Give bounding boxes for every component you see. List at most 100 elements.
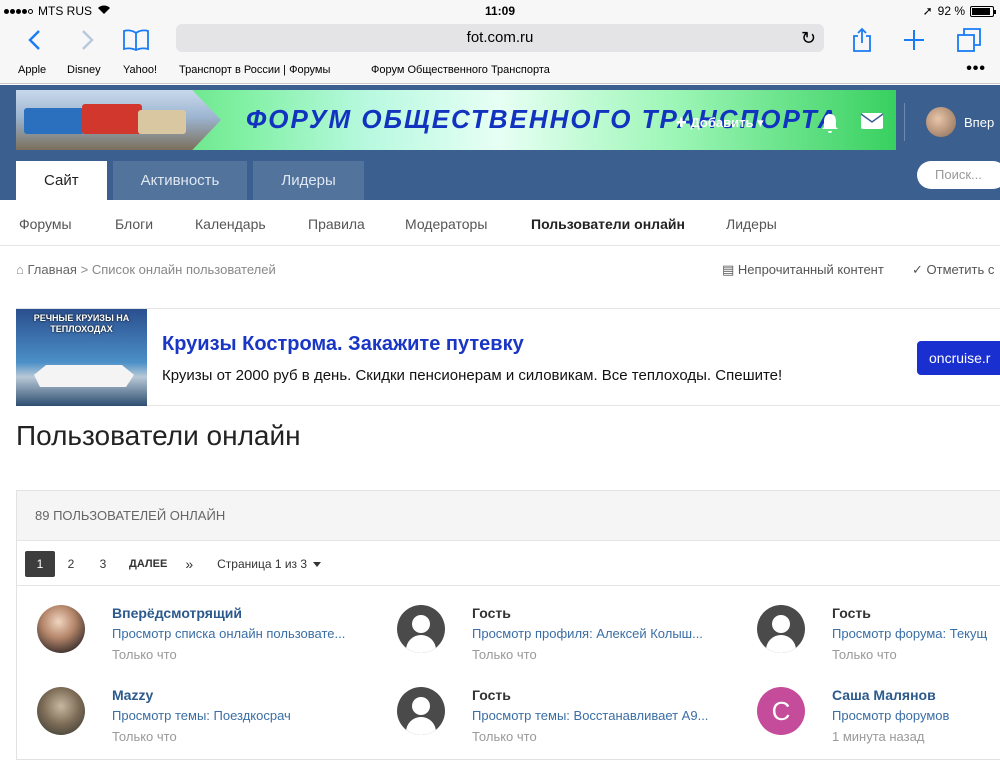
ad-text: Круизы от 2000 руб в день. Скидки пенсио… [162, 367, 783, 384]
page-3[interactable]: 3 [87, 551, 119, 577]
clock: 11:09 [484, 4, 516, 18]
letter-avatar[interactable]: C [757, 687, 805, 735]
user-name[interactable]: Вперёдсмотрящий [112, 605, 242, 621]
user-time: Только что [472, 647, 537, 662]
site-logo[interactable]: ФОРУМ ОБЩЕСТВЕННОГО ТРАНСПОРТА [16, 90, 896, 150]
nav-leaders[interactable]: Лидеры [726, 216, 777, 232]
guest-avatar-icon [397, 687, 445, 735]
user-avatar[interactable] [926, 107, 956, 137]
ad-title[interactable]: Круизы Кострома. Закажите путевку [162, 333, 524, 356]
bookmark-fot[interactable]: Форум Общественного Транспорта [371, 64, 550, 76]
browser-toolbar: fot.com.ru ↻ [0, 22, 1000, 60]
breadcrumb-current: Список онлайн пользователей [91, 262, 276, 277]
bookmark-yahoo[interactable]: Yahoo! [123, 64, 157, 76]
user-entry: Вперёдсмотрящий Просмотр списка онлайн п… [37, 605, 377, 675]
more-icon[interactable]: ••• [966, 60, 986, 78]
nav-calendar[interactable]: Календарь [195, 216, 266, 232]
unread-icon: ▤ [722, 262, 735, 277]
nav-moderators[interactable]: Модераторы [405, 216, 487, 232]
user-name: Гость [832, 605, 871, 621]
user-time: Только что [832, 647, 897, 662]
mark-read-link[interactable]: ✓ Отметить с [912, 262, 994, 278]
user-menu[interactable]: Впер [964, 115, 994, 130]
user-activity[interactable]: Просмотр форума: Текущ [832, 626, 987, 641]
tab-activity[interactable]: Активность [112, 161, 248, 200]
bookmarks-icon[interactable] [120, 24, 152, 56]
home-icon[interactable]: ⌂ [16, 262, 24, 277]
user-activity[interactable]: Просмотр темы: Восстанавливает А9... [472, 708, 708, 723]
new-tab-icon[interactable] [900, 24, 928, 56]
last-page-button[interactable]: » [185, 556, 193, 572]
forward-button[interactable] [76, 24, 100, 56]
unread-label: Непрочитанный контент [737, 262, 884, 277]
primary-tabs: Сайт Активность Лидеры [16, 161, 364, 200]
user-name[interactable]: Mazzy [112, 687, 153, 703]
site-header: ФОРУМ ОБЩЕСТВЕННОГО ТРАНСПОРТА ✚ Добавит… [0, 85, 1000, 200]
tab-leaders[interactable]: Лидеры [253, 161, 364, 200]
guest-avatar-icon [397, 605, 445, 653]
address-bar[interactable]: fot.com.ru ↻ [176, 24, 824, 52]
user-activity[interactable]: Просмотр списка онлайн пользовате... [112, 626, 345, 641]
page-2[interactable]: 2 [55, 551, 87, 577]
tab-site[interactable]: Сайт [16, 161, 107, 200]
tabs-overview-icon[interactable] [955, 24, 983, 56]
logo-transport-photo [16, 90, 221, 150]
battery-icon [970, 5, 996, 17]
unread-content-link[interactable]: ▤ Непрочитанный контент [722, 262, 884, 278]
nav-online-users[interactable]: Пользователи онлайн [531, 216, 685, 232]
checkmark-icon: ✓ [912, 262, 923, 277]
user-entry: Mazzy Просмотр темы: Поездкосрач Только … [37, 687, 377, 757]
user-time: Только что [112, 729, 177, 744]
next-page-button[interactable]: ДАЛЕЕ [129, 558, 167, 570]
bookmark-apple[interactable]: Apple [18, 64, 46, 76]
url-text: fot.com.ru [466, 29, 534, 46]
breadcrumb-home[interactable]: Главная [27, 262, 76, 277]
user-time: 1 минута назад [832, 729, 925, 744]
back-button[interactable] [22, 24, 46, 56]
user-activity[interactable]: Просмотр профиля: Алексей Колыш... [472, 626, 703, 641]
online-users-panel: 89 ПОЛЬЗОВАТЕЛЕЙ ОНЛАЙН 1 2 3 ДАЛЕЕ » Ст… [16, 490, 1000, 760]
panel-divider [17, 585, 1000, 586]
add-menu[interactable]: ✚ Добавить ▾ [676, 115, 764, 131]
breadcrumb-separator: > [80, 262, 89, 277]
page-jump-label: Страница 1 из 3 [217, 557, 308, 571]
nav-forums[interactable]: Форумы [19, 216, 72, 232]
advertisement[interactable]: РЕЧНЫЕ КРУИЗЫ НА ТЕПЛОХОДАХ Круизы Костр… [16, 308, 1000, 406]
mail-icon[interactable] [860, 112, 884, 136]
panel-heading: 89 ПОЛЬЗОВАТЕЛЕЙ ОНЛАЙН [17, 491, 1000, 541]
bookmark-transport-russia[interactable]: Транспорт в России | Форумы [179, 64, 330, 76]
battery-percent: 92 % [937, 4, 965, 18]
user-time: Только что [112, 647, 177, 662]
user-activity[interactable]: Просмотр форумов [832, 708, 949, 723]
ad-image[interactable]: РЕЧНЫЕ КРУИЗЫ НА ТЕПЛОХОДАХ [16, 309, 147, 406]
header-divider [904, 103, 905, 141]
ad-button[interactable]: oncruise.r [917, 341, 1000, 375]
reload-icon[interactable]: ↻ [801, 24, 816, 52]
bookmark-disney[interactable]: Disney [67, 64, 101, 76]
user-name[interactable]: Саша Малянов [832, 687, 936, 703]
ad-image-label: РЕЧНЫЕ КРУИЗЫ НА ТЕПЛОХОДАХ [33, 313, 130, 334]
pagination: 1 2 3 ДАЛЕЕ » Страница 1 из 3 [25, 551, 322, 577]
location-arrow-icon: ➚ [922, 4, 933, 18]
caret-down-icon [313, 562, 322, 568]
search-input[interactable]: Поиск... [917, 161, 1000, 189]
status-right: ➚ 92 % [922, 4, 996, 18]
page-1[interactable]: 1 [25, 551, 55, 577]
bell-icon[interactable] [820, 112, 840, 140]
mark-read-label: Отметить с [926, 262, 995, 277]
avatar[interactable] [37, 687, 85, 735]
user-activity[interactable]: Просмотр темы: Поездкосрач [112, 708, 291, 723]
user-entry: Гость Просмотр темы: Восстанавливает А9.… [397, 687, 737, 757]
secondary-nav: Форумы Блоги Календарь Правила Модератор… [0, 200, 1000, 246]
bookmarks-bar: Apple Disney Yahoo! Транспорт в России |… [0, 60, 1000, 84]
status-bar: MTS RUS 11:09 ➚ 92 % [0, 0, 1000, 22]
nav-blogs[interactable]: Блоги [115, 216, 153, 232]
nav-rules[interactable]: Правила [308, 216, 365, 232]
share-icon[interactable] [850, 24, 874, 56]
user-entry: C Саша Малянов Просмотр форумов 1 минута… [757, 687, 1000, 757]
user-entry: Гость Просмотр форума: Текущ Только что [757, 605, 1000, 675]
user-entry: Гость Просмотр профиля: Алексей Колыш...… [397, 605, 737, 675]
avatar[interactable] [37, 605, 85, 653]
page-jump-dropdown[interactable]: Страница 1 из 3 [217, 557, 322, 571]
ship-illustration [34, 365, 134, 387]
